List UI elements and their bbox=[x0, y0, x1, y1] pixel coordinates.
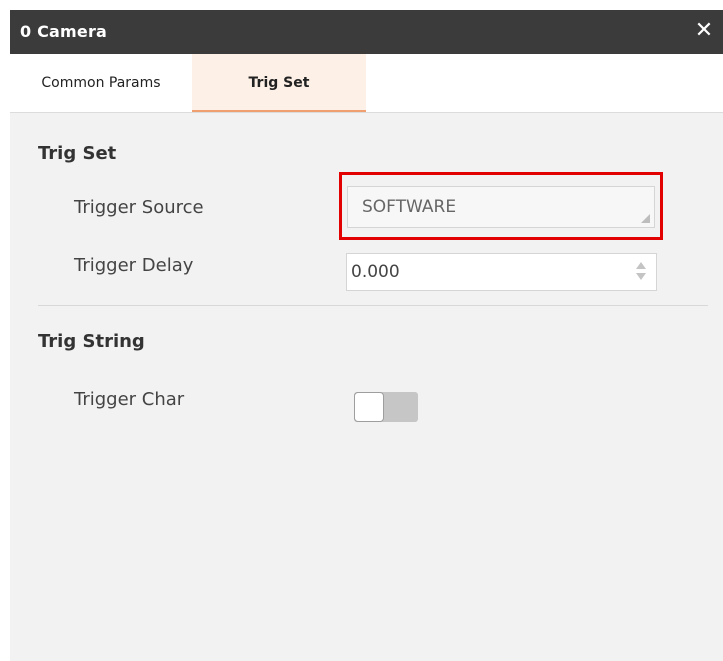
trigger-source-value: SOFTWARE bbox=[362, 197, 457, 217]
title-bar: 0 Camera ✕ bbox=[10, 10, 723, 54]
trigger-char-label: Trigger Char bbox=[74, 389, 185, 410]
spinner bbox=[636, 260, 648, 284]
tab-trig-set[interactable]: Trig Set bbox=[192, 54, 366, 112]
camera-settings-window: 0 Camera ✕ Common Params Trig Set Trig S… bbox=[10, 10, 723, 661]
section-title-trig-string: Trig String bbox=[38, 331, 145, 352]
trigger-char-toggle[interactable] bbox=[354, 392, 418, 422]
section-title-trig-set: Trig Set bbox=[38, 143, 117, 164]
dropdown-corner-icon bbox=[641, 214, 650, 223]
trigger-delay-label: Trigger Delay bbox=[74, 255, 194, 276]
settings-panel: Trig Set Trigger Source SOFTWARE Trigger… bbox=[10, 113, 723, 661]
trigger-source-label: Trigger Source bbox=[74, 197, 204, 218]
toggle-knob bbox=[354, 392, 384, 422]
window-title: 0 Camera bbox=[20, 22, 108, 41]
spin-up-icon[interactable] bbox=[636, 262, 646, 269]
tab-common-params[interactable]: Common Params bbox=[10, 54, 192, 112]
trigger-delay-value: 0.000 bbox=[351, 262, 400, 282]
trigger-delay-input[interactable]: 0.000 bbox=[346, 253, 657, 291]
trigger-source-select[interactable]: SOFTWARE bbox=[347, 186, 655, 228]
section-divider bbox=[38, 305, 708, 306]
close-icon[interactable]: ✕ bbox=[689, 16, 719, 46]
spin-down-icon[interactable] bbox=[636, 273, 646, 280]
tab-bar: Common Params Trig Set bbox=[10, 54, 723, 113]
